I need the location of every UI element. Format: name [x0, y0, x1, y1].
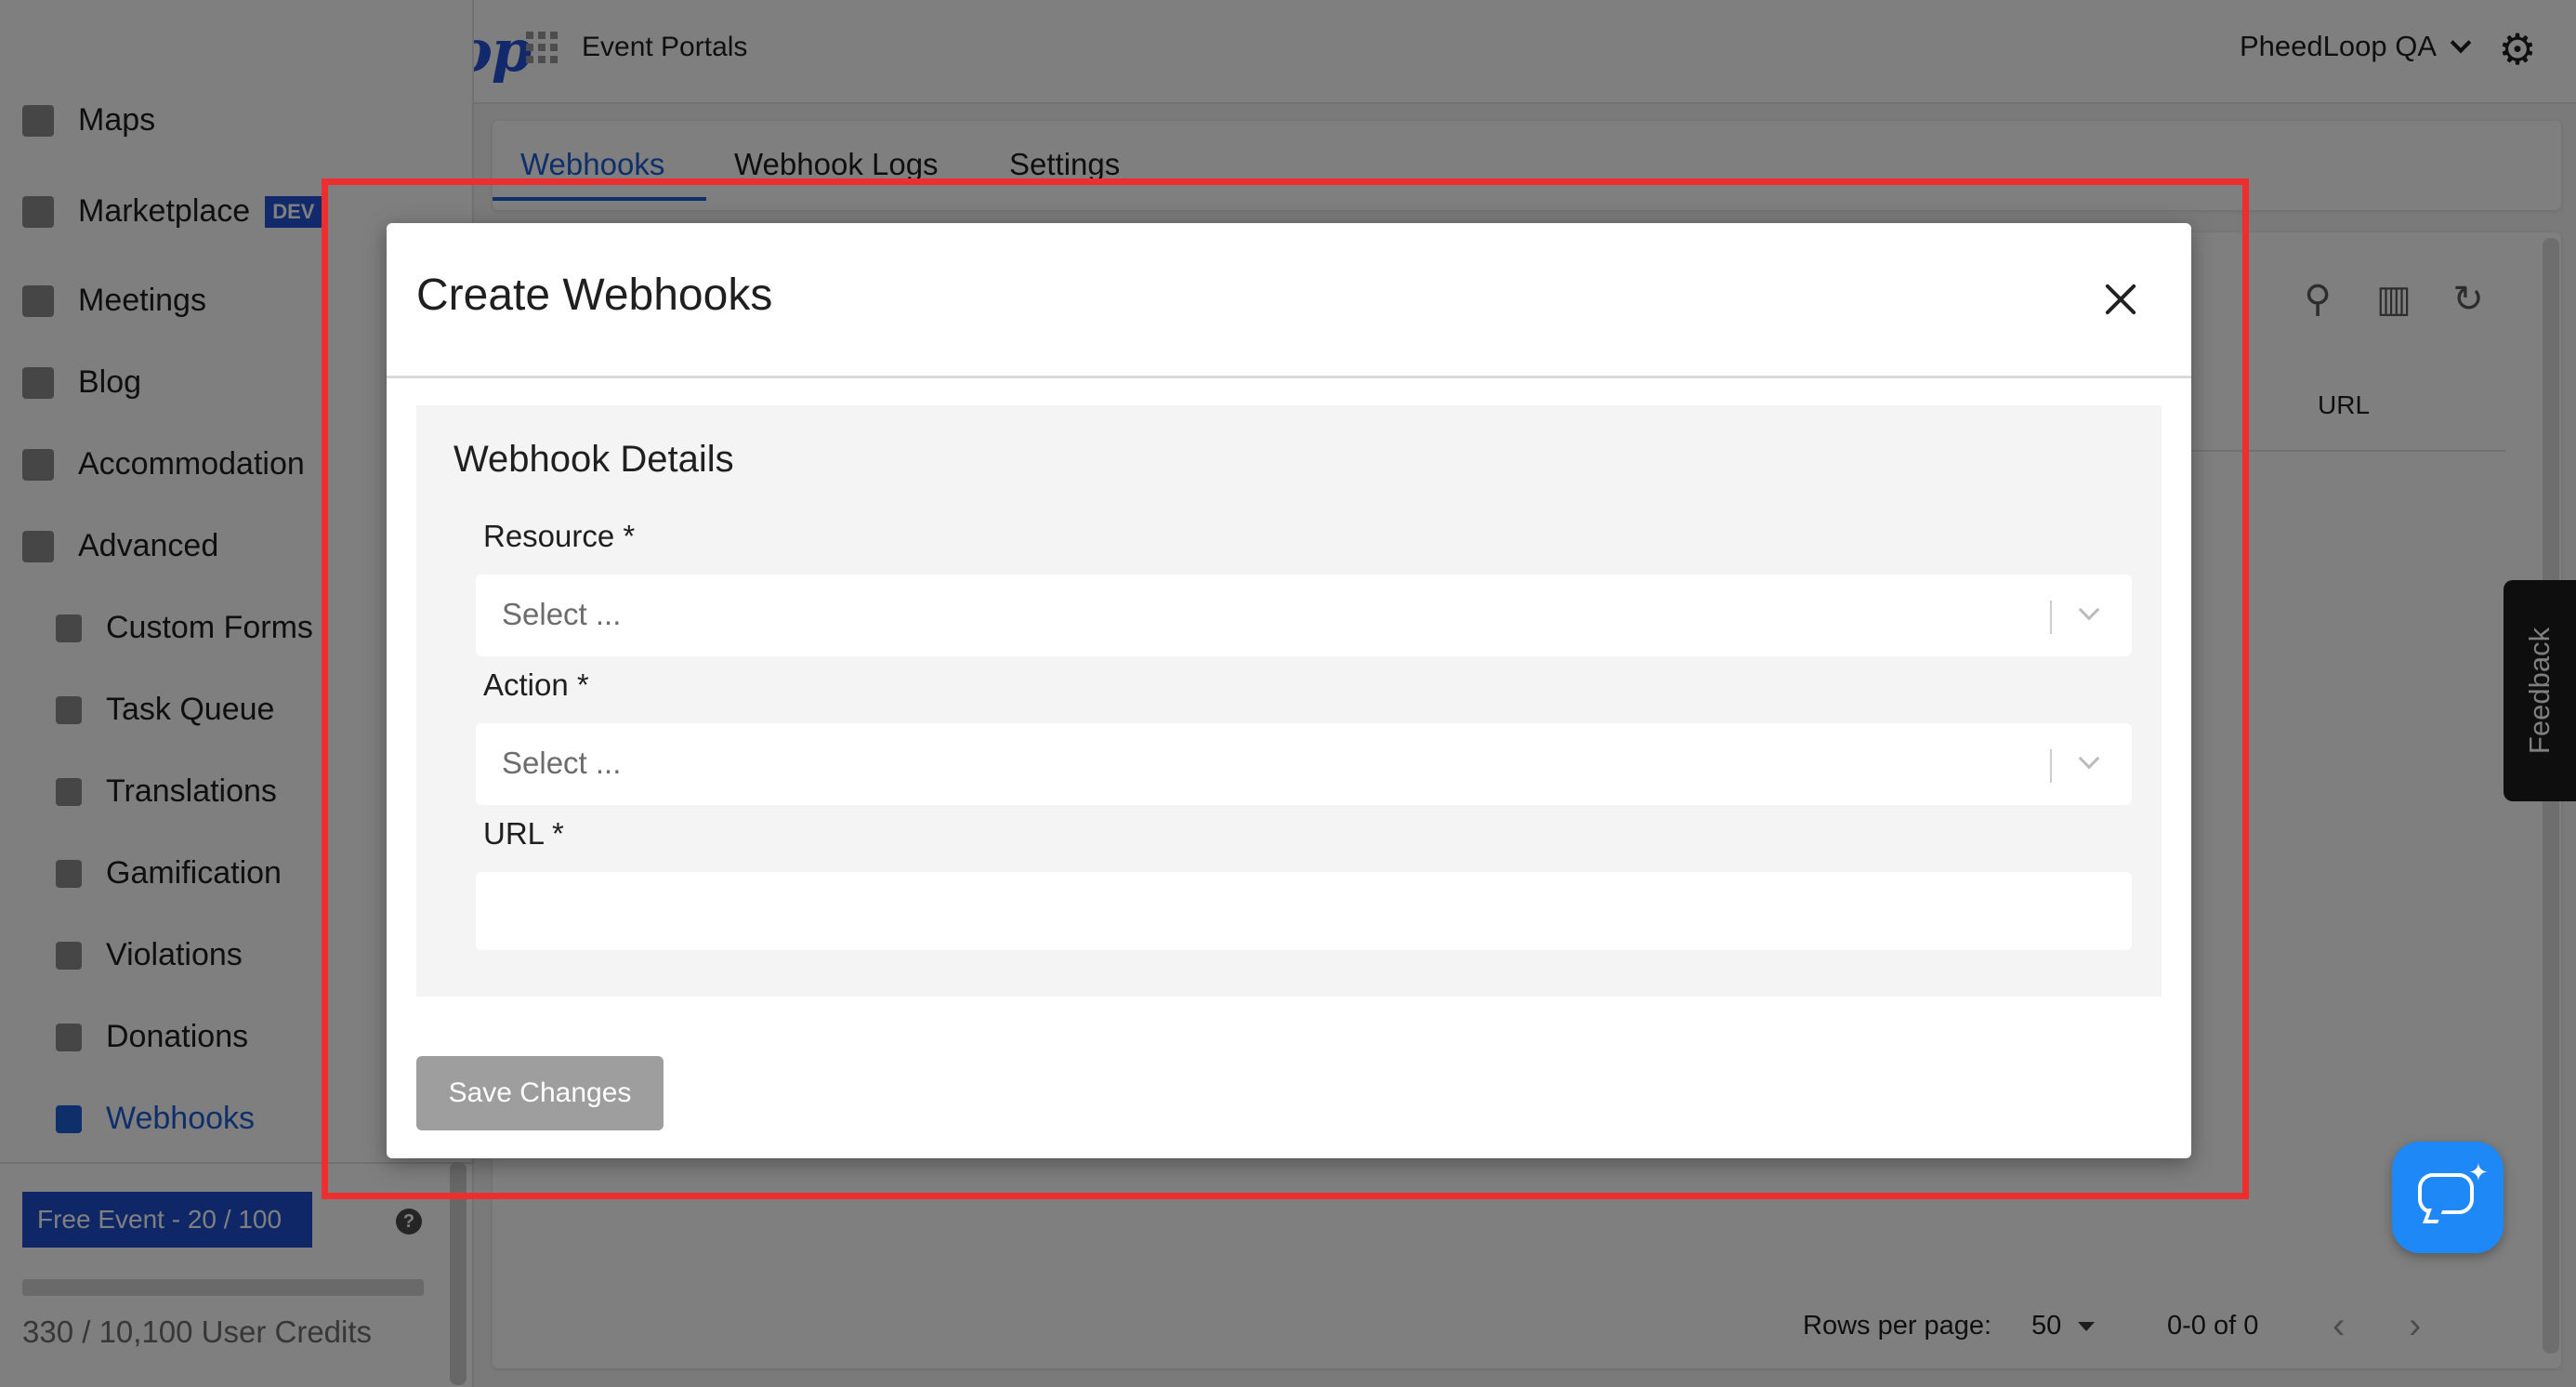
- resource-select[interactable]: Select ...: [476, 575, 2132, 656]
- chat-support-button[interactable]: ✦: [2392, 1142, 2504, 1253]
- close-icon[interactable]: [2100, 279, 2141, 320]
- select-separator: [2050, 749, 2052, 783]
- action-select[interactable]: Select ...: [476, 723, 2132, 805]
- create-webhooks-dialog: Create Webhooks Webhook Details Resource…: [387, 223, 2191, 1158]
- sparkle-icon: ✦: [2468, 1158, 2489, 1186]
- chat-bubble-icon: [2418, 1173, 2474, 1214]
- save-changes-button[interactable]: Save Changes: [416, 1056, 664, 1130]
- select-separator: [2050, 601, 2052, 634]
- chevron-down-icon[interactable]: [2078, 747, 2100, 770]
- url-label: URL *: [483, 816, 564, 851]
- resource-label: Resource *: [483, 519, 636, 553]
- action-placeholder: Select ...: [502, 746, 622, 780]
- section-title: Webhook Details: [453, 439, 734, 480]
- dialog-title: Create Webhooks: [416, 271, 773, 320]
- resource-placeholder: Select ...: [502, 597, 622, 631]
- action-label: Action *: [483, 667, 589, 702]
- dialog-header-divider: [387, 376, 2191, 378]
- url-input[interactable]: [476, 872, 2132, 950]
- chevron-down-icon[interactable]: [2078, 599, 2100, 621]
